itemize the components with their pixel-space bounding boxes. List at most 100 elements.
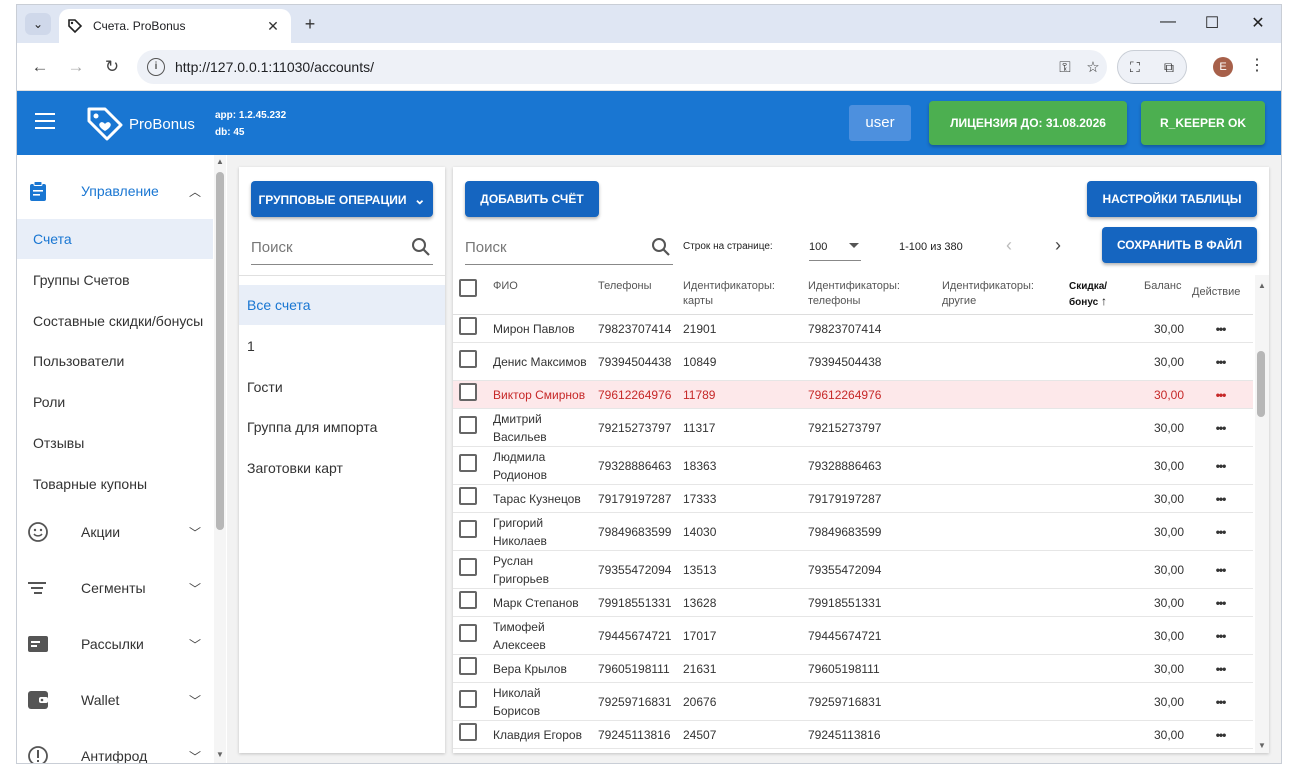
table-row[interactable]: Виктор Смирнов 79612264976 11789 7961226497…	[453, 380, 1253, 409]
col-header-id-phones[interactable]: Идентификаторы: телефоны	[804, 275, 938, 315]
more-actions-icon[interactable]: •••	[1216, 525, 1227, 539]
table-row[interactable]: Тарас Кузнецов 79179197287 17333 7917919728…	[453, 484, 1253, 513]
row-checkbox[interactable]	[459, 383, 477, 401]
group-item[interactable]: 1	[239, 326, 445, 366]
rkeeper-status-button[interactable]: R_KEEPER OK	[1141, 101, 1265, 145]
table-row[interactable]: Клавдия Егоров 79245113816 24507 7924511381…	[453, 720, 1253, 749]
row-checkbox[interactable]	[459, 454, 477, 472]
chevron-down-icon[interactable]: ﹀	[185, 580, 205, 597]
sidebar-item-reviews[interactable]: Отзывы	[17, 423, 213, 463]
forward-icon[interactable]: →	[65, 56, 87, 78]
row-checkbox[interactable]	[459, 520, 477, 538]
col-header-name[interactable]: ФИО	[489, 275, 594, 315]
table-row[interactable]: Мирон Павлов 79823707414 21901 79823707414 3…	[453, 314, 1253, 343]
add-account-button[interactable]: ДОБАВИТЬ СЧЁТ	[465, 181, 599, 217]
new-tab-icon[interactable]: +	[299, 13, 321, 35]
sidebar-item-roles[interactable]: Роли	[17, 382, 213, 422]
sidebar-scroll-thumb[interactable]	[216, 172, 224, 530]
sidebar-item-coupons[interactable]: Товарные купоны	[17, 464, 213, 504]
more-actions-icon[interactable]: •••	[1216, 563, 1227, 577]
more-actions-icon[interactable]: •••	[1216, 355, 1227, 369]
group-operations-button[interactable]: ГРУППОВЫЕ ОПЕРАЦИИ ⌄	[251, 181, 433, 217]
license-button[interactable]: ЛИЦЕНЗИЯ ДО: 31.08.2026	[929, 101, 1127, 145]
sidebar-group-management[interactable]: Управление ︿	[17, 171, 213, 211]
chevron-down-icon[interactable]: ﹀	[185, 692, 205, 709]
sidebar-group-wallet[interactable]: Wallet ﹀	[17, 680, 213, 720]
rows-per-page-select[interactable]: 100	[809, 237, 861, 261]
table-row[interactable]: Руслан Григорьев 79355472094 13513 79355472…	[453, 550, 1253, 589]
table-row[interactable]: Григорий Николаев 79849683599 14030 7984968…	[453, 512, 1253, 551]
more-actions-icon[interactable]: •••	[1216, 421, 1227, 435]
window-close-icon[interactable]: ✕	[1243, 13, 1273, 33]
tab-close-icon[interactable]: ✕	[263, 18, 283, 35]
more-actions-icon[interactable]: •••	[1216, 728, 1227, 742]
search-icon[interactable]	[411, 237, 431, 257]
browser-tab[interactable]: Счета. ProBonus ✕	[59, 9, 291, 43]
screen-capture-icon[interactable]: ⛶	[1130, 59, 1140, 76]
table-row[interactable]: Денис Максимов 79394504438 10849 7939450443…	[453, 342, 1253, 381]
url-text[interactable]: http://127.0.0.1:11030/accounts/	[175, 59, 1051, 75]
browser-menu-icon[interactable]: ⋮	[1249, 55, 1265, 75]
row-checkbox[interactable]	[459, 416, 477, 434]
chevron-down-icon[interactable]: ﹀	[185, 636, 205, 653]
col-header-phones[interactable]: Телефоны	[594, 275, 679, 315]
scroll-down-arrow-icon[interactable]: ▼	[1256, 741, 1268, 750]
search-icon[interactable]	[651, 237, 671, 257]
user-button[interactable]: user	[849, 105, 911, 141]
row-checkbox[interactable]	[459, 487, 477, 505]
accounts-search-input[interactable]: Поиск	[465, 233, 673, 265]
scroll-up-arrow-icon[interactable]: ▲	[1256, 281, 1268, 290]
col-header-discount[interactable]: Скидка/ бонус ↑	[1065, 275, 1140, 315]
more-actions-icon[interactable]: •••	[1216, 695, 1227, 709]
sidebar-item-account-groups[interactable]: Группы Счетов	[17, 260, 213, 300]
row-checkbox[interactable]	[459, 624, 477, 642]
more-actions-icon[interactable]: •••	[1216, 662, 1227, 676]
sidebar-item-accounts[interactable]: Счета	[17, 219, 213, 259]
group-item[interactable]: Гости	[239, 367, 445, 407]
more-actions-icon[interactable]: •••	[1216, 492, 1227, 506]
table-scroll-thumb[interactable]	[1257, 351, 1265, 417]
minimize-icon[interactable]: —	[1153, 13, 1183, 31]
row-checkbox[interactable]	[459, 317, 477, 335]
chevron-down-icon[interactable]: ﹀	[185, 748, 205, 764]
row-checkbox[interactable]	[459, 350, 477, 368]
select-all-checkbox[interactable]	[459, 279, 477, 297]
chevron-up-icon[interactable]: ︿	[185, 183, 205, 200]
save-to-file-button[interactable]: СОХРАНИТЬ В ФАЙЛ	[1102, 227, 1257, 263]
row-checkbox[interactable]	[459, 723, 477, 741]
maximize-icon[interactable]: ☐	[1197, 13, 1227, 33]
table-row[interactable]: Вера Крылов 79605198111 21631 79605198111 30…	[453, 654, 1253, 683]
sidebar-group-promotions[interactable]: Акции ﹀	[17, 512, 213, 552]
group-item[interactable]: Заготовки карт	[239, 448, 445, 488]
sidebar-group-mailings[interactable]: Рассылки ﹀	[17, 624, 213, 664]
scroll-up-arrow-icon[interactable]: ▲	[215, 157, 225, 166]
address-bar[interactable]: i http://127.0.0.1:11030/accounts/ ⚿ ☆	[137, 50, 1107, 84]
bookmark-star-icon[interactable]: ☆	[1079, 58, 1107, 76]
next-page-icon[interactable]: ›	[1048, 235, 1068, 256]
table-row[interactable]: Дмитрий Васильев 79215273797 11317 79215273…	[453, 408, 1253, 447]
site-info-icon[interactable]: i	[147, 58, 165, 76]
table-row[interactable]: Анастасия	[453, 748, 1253, 753]
groups-search-input[interactable]: Поиск	[251, 233, 433, 265]
more-actions-icon[interactable]: •••	[1216, 629, 1227, 643]
more-actions-icon[interactable]: •••	[1216, 596, 1227, 610]
more-actions-icon[interactable]: •••	[1216, 459, 1227, 473]
back-icon[interactable]: ←	[29, 56, 51, 78]
group-item[interactable]: Группа для импорта	[239, 407, 445, 447]
col-header-id-other[interactable]: Идентификаторы: другие	[938, 275, 1065, 315]
key-icon[interactable]: ⚿	[1051, 59, 1079, 76]
reload-icon[interactable]: ↻	[101, 56, 123, 78]
sidebar-group-segments[interactable]: Сегменты ﹀	[17, 568, 213, 608]
more-actions-icon[interactable]: •••	[1216, 388, 1227, 402]
extensions-puzzle-icon[interactable]: ⧉	[1164, 59, 1174, 76]
table-row[interactable]: Тимофей Алексеев 79445674721 17017 79445674…	[453, 616, 1253, 655]
tab-search-dropdown[interactable]: ⌄	[25, 13, 51, 35]
table-row[interactable]: Николай Борисов 79259716831 20676 792597168…	[453, 682, 1253, 721]
row-checkbox[interactable]	[459, 558, 477, 576]
table-row[interactable]: Марк Степанов 79918551331 13628 79918551331…	[453, 588, 1253, 617]
menu-hamburger-icon[interactable]	[35, 113, 55, 129]
sort-ascending-icon[interactable]: ↑	[1101, 294, 1107, 308]
row-checkbox[interactable]	[459, 591, 477, 609]
table-row[interactable]: Людмила Родионов 79328886463 18363 79328886…	[453, 446, 1253, 485]
table-settings-button[interactable]: НАСТРОЙКИ ТАБЛИЦЫ	[1087, 181, 1257, 217]
